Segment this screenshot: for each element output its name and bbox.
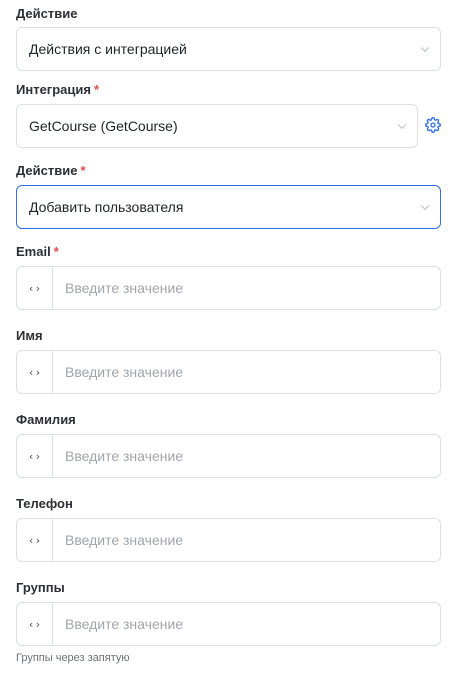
required-marker: * xyxy=(80,163,86,178)
chevron-down-icon xyxy=(420,43,430,53)
phone-field[interactable]: ‹› Введите значение xyxy=(16,518,441,562)
required-marker: * xyxy=(53,244,59,259)
integration-value: GetCourse (GetCourse) xyxy=(29,118,178,134)
code-icon[interactable]: ‹› xyxy=(17,351,53,393)
code-icon[interactable]: ‹› xyxy=(17,519,53,561)
gear-icon[interactable] xyxy=(424,116,442,134)
email-label: Email * xyxy=(16,244,59,259)
integration-select[interactable]: GetCourse (GetCourse) xyxy=(16,104,418,148)
action-type-value: Действия с интеграцией xyxy=(29,41,187,57)
groups-input[interactable]: Введите значение xyxy=(53,603,440,645)
last-name-input[interactable]: Введите значение xyxy=(53,435,440,477)
email-input[interactable]: Введите значение xyxy=(53,267,440,309)
required-marker: * xyxy=(93,82,100,97)
code-icon[interactable]: ‹› xyxy=(17,267,53,309)
code-icon[interactable]: ‹› xyxy=(17,435,53,477)
first-name-field[interactable]: ‹› Введите значение xyxy=(16,350,441,394)
phone-label: Телефон xyxy=(16,496,73,511)
first-name-label: Имя xyxy=(16,328,43,343)
action-select[interactable]: Добавить пользователя xyxy=(16,185,441,229)
action-label: Действие * xyxy=(16,163,86,178)
action-type-label: Действие xyxy=(16,6,78,21)
email-field[interactable]: ‹› Введите значение xyxy=(16,266,441,310)
phone-input[interactable]: Введите значение xyxy=(53,519,440,561)
last-name-label: Фамилия xyxy=(16,412,76,427)
first-name-input[interactable]: Введите значение xyxy=(53,351,440,393)
code-icon[interactable]: ‹› xyxy=(17,603,53,645)
chevron-down-icon xyxy=(420,201,430,211)
groups-field[interactable]: ‹› Введите значение xyxy=(16,602,441,646)
last-name-field[interactable]: ‹› Введите значение xyxy=(16,434,441,478)
groups-label: Группы xyxy=(16,580,65,595)
action-type-select[interactable]: Действия с интеграцией xyxy=(16,27,441,71)
integration-label: Интеграция * xyxy=(16,82,100,97)
chevron-down-icon xyxy=(397,120,407,130)
action-value: Добавить пользователя xyxy=(29,199,184,215)
groups-hint: Группы через запятую xyxy=(16,652,130,664)
